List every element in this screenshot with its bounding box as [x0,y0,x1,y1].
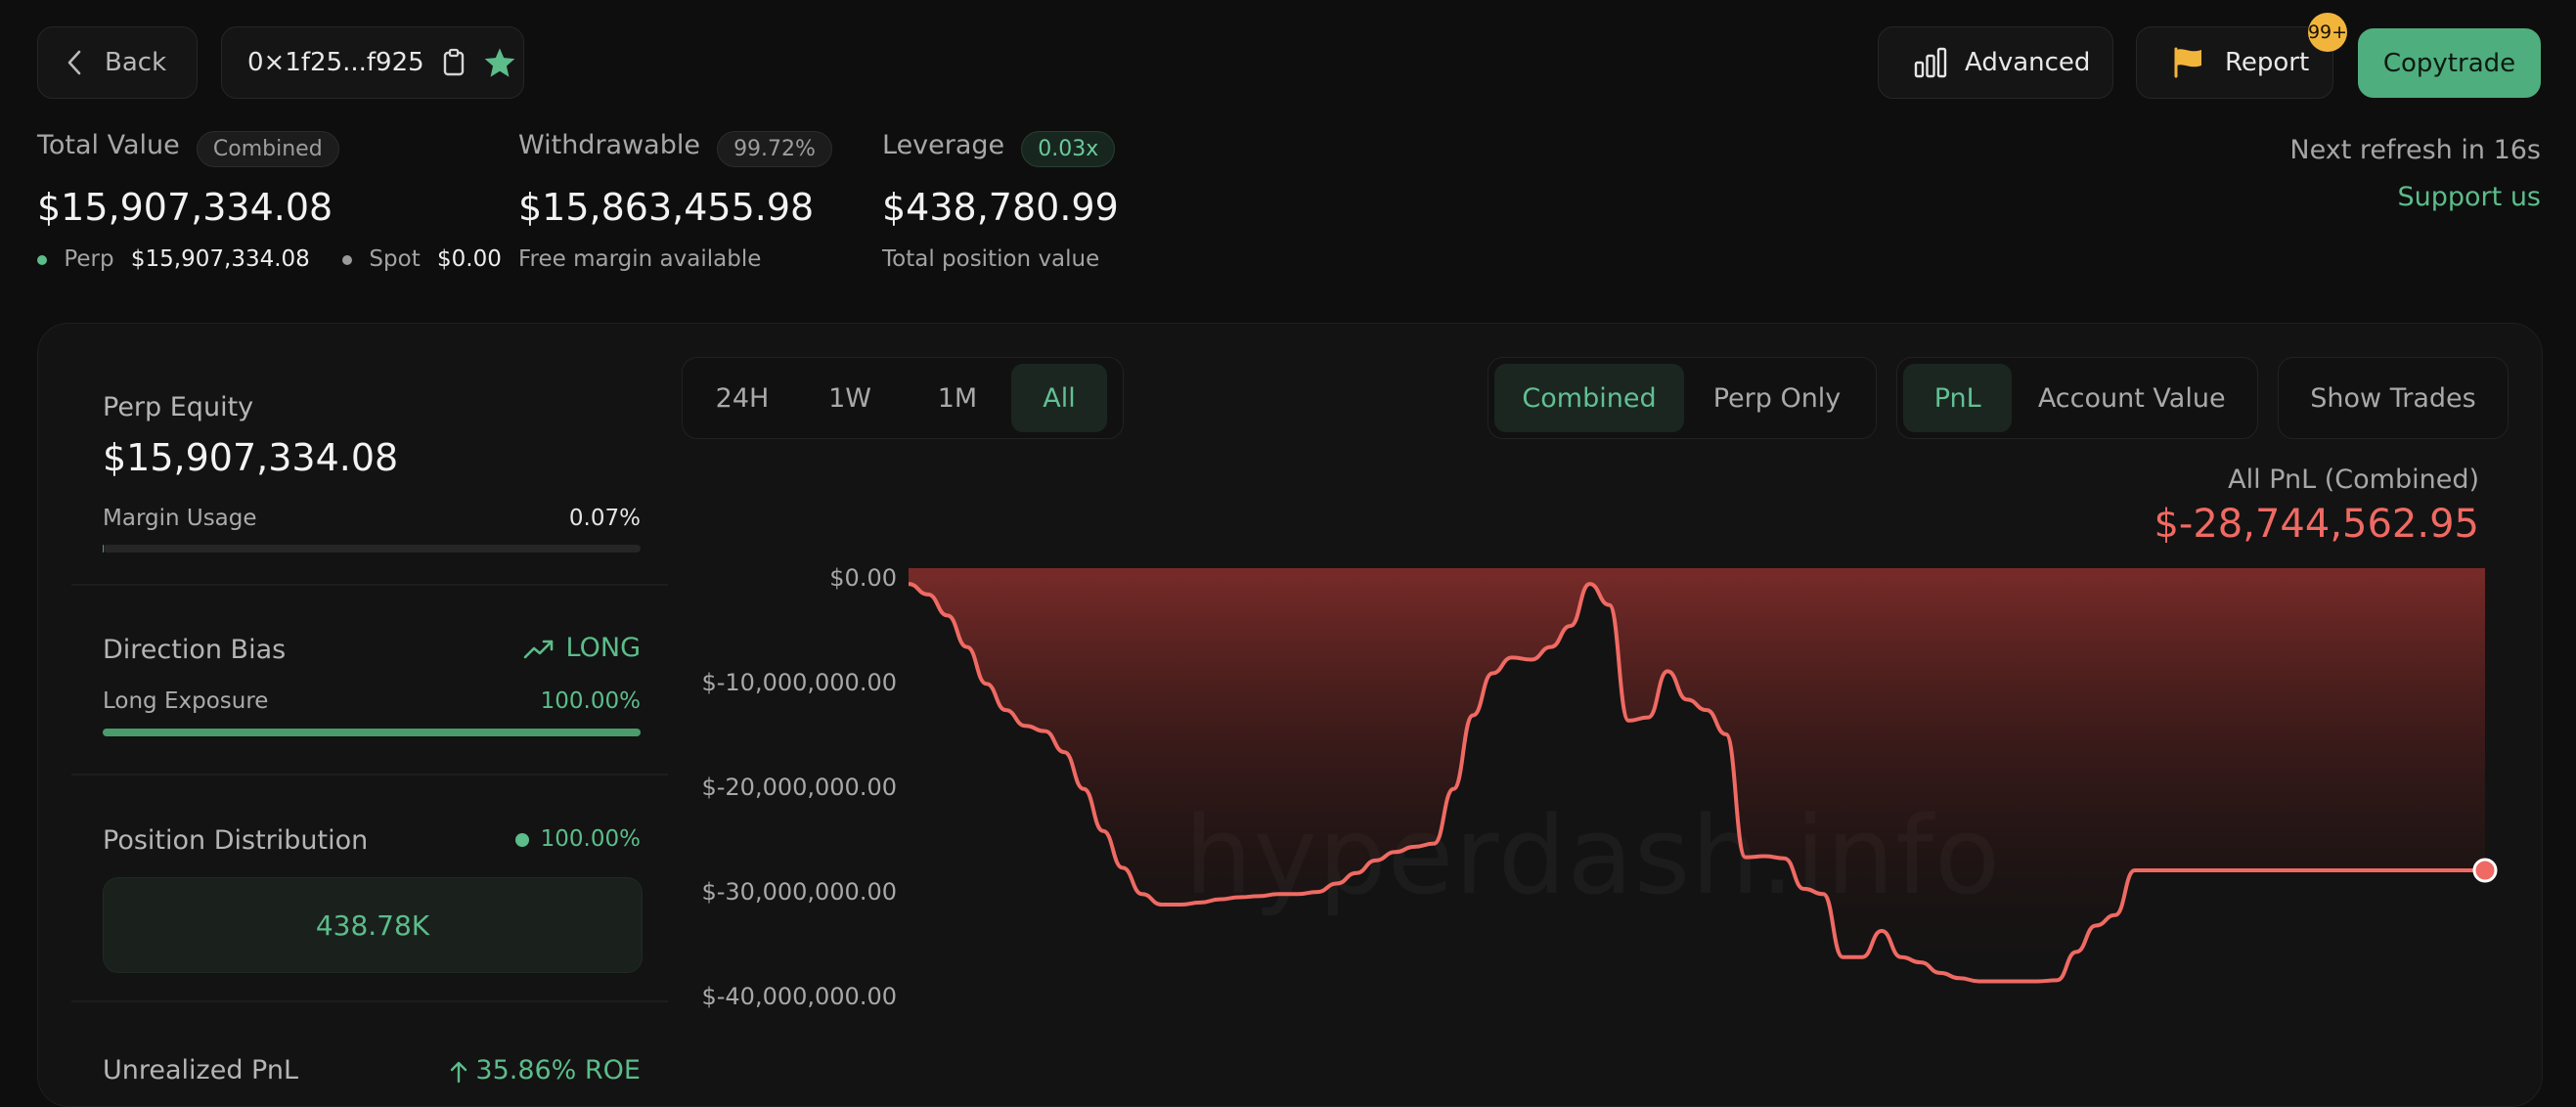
main-panel: Perp Equity $15,907,334.08 Margin Usage … [37,323,2543,1107]
tab-24h[interactable]: 24H [688,364,796,432]
pnl-chart[interactable] [908,568,2512,1018]
scope-tabs: Combined Perp Only [1488,357,1877,439]
tab-1m[interactable]: 1M [904,364,1011,432]
position-distribution-label: Position Distribution [103,825,369,856]
tab-pnl[interactable]: PnL [1903,364,2013,432]
metric-tabs: PnL Account Value [1896,357,2258,439]
perp-dot [37,254,47,265]
chevron-left-icon [66,49,83,76]
copy-icon[interactable] [442,48,466,77]
leverage-value: $438,780.99 [882,186,1119,229]
unrealized-pnl-label: Unrealized PnL [103,1055,299,1085]
withdrawable-value: $15,863,455.98 [518,186,815,229]
trending-up-icon [523,639,555,660]
chart-title: All PnL (Combined) [2228,465,2479,495]
star-icon[interactable] [483,47,516,78]
y-tick-0: $0.00 [829,564,897,592]
total-value-stat: Total Value Combined [37,130,339,167]
long-exposure-fill [103,729,641,736]
divider [71,1000,668,1002]
notification-badge: 99+ [2308,13,2347,52]
show-trades-label: Show Trades [2310,382,2476,414]
tab-account-value[interactable]: Account Value [2012,364,2251,432]
long-exposure-label: Long Exposure [103,688,269,714]
total-value-label: Total Value [37,130,180,160]
copytrade-label: Copytrade [2382,48,2516,78]
refresh-text: Next refresh in 16s [2289,135,2541,165]
time-range-tabs: 24H 1W 1M All [682,357,1124,439]
advanced-label: Advanced [1965,48,2091,77]
divider [71,584,668,586]
pnl-last-point [2472,858,2498,883]
unrealized-pnl: 35.86% ROE [425,1055,641,1085]
total-value: $15,907,334.08 [37,186,333,229]
show-trades-button[interactable]: Show Trades [2278,357,2509,439]
perp-equity-label: Perp Equity [103,392,254,422]
y-tick-1: $-10,000,000.00 [701,669,897,696]
back-label: Back [105,48,167,77]
y-tick-3: $-30,000,000.00 [701,878,897,906]
combined-pill: Combined [196,131,339,167]
notification-badge-count: 99+ [2307,22,2348,43]
position-dot [514,832,529,847]
position-distribution-value: 100.00% [540,826,641,852]
back-button[interactable]: Back [37,26,198,99]
perp-value: $15,907,334.08 [130,246,310,272]
report-label: Report [2225,48,2310,77]
tab-combined[interactable]: Combined [1494,364,1684,432]
perp-spot-breakdown: Perp $15,907,334.08 Spot $0.00 [37,246,502,272]
y-tick-2: $-20,000,000.00 [701,774,897,801]
withdrawable-label: Withdrawable [518,130,700,160]
margin-usage-fill [103,545,105,553]
position-box[interactable]: 438.78K [103,877,643,973]
leverage-stat: Leverage 0.03x [882,130,1116,167]
direction-bias-value: LONG [565,633,641,663]
long-exposure-bar [103,729,641,736]
flag-icon [2172,47,2205,78]
direction-bias: LONG [484,633,641,663]
spot-value: $0.00 [437,246,502,272]
tab-all[interactable]: All [1011,364,1107,432]
support-link[interactable]: Support us [2398,182,2542,212]
position-box-value: 438.78K [315,908,430,942]
withdrawable-sub: Free margin available [518,246,762,272]
withdrawable-stat: Withdrawable 99.72% [518,130,832,167]
perp-equity-value: $15,907,334.08 [103,436,399,479]
arrow-up-icon [450,1060,467,1084]
spot-dot [342,254,353,265]
direction-bias-label: Direction Bias [103,635,287,665]
unrealized-pnl-value: 35.86% ROE [475,1055,641,1085]
bar-chart-icon [1914,47,1947,78]
leverage-sub: Total position value [882,246,1100,272]
chart-value: $-28,744,562.95 [2154,502,2479,547]
y-tick-4: $-40,000,000.00 [701,983,897,1010]
address-chip: 0×1f25...f925 [221,26,524,99]
leverage-pill: 0.03x [1021,131,1116,167]
margin-usage-label: Margin Usage [103,506,257,531]
leverage-label: Leverage [882,130,1005,160]
tab-1w[interactable]: 1W [796,364,904,432]
perp-label: Perp [64,246,114,272]
margin-usage-bar [103,545,641,553]
withdrawable-pill: 99.72% [717,131,832,167]
position-distribution: 100.00% [484,826,641,852]
copytrade-button[interactable]: Copytrade [2358,28,2541,98]
tab-perp-only[interactable]: Perp Only [1684,364,1870,432]
margin-usage-value: 0.07% [568,506,641,531]
report-button[interactable]: Report [2136,26,2333,99]
wallet-address: 0×1f25...f925 [247,48,424,77]
advanced-button[interactable]: Advanced [1878,26,2113,99]
spot-label: Spot [369,246,421,272]
long-exposure-value: 100.00% [540,688,641,714]
pnl-area [909,568,2485,982]
divider [71,774,668,775]
